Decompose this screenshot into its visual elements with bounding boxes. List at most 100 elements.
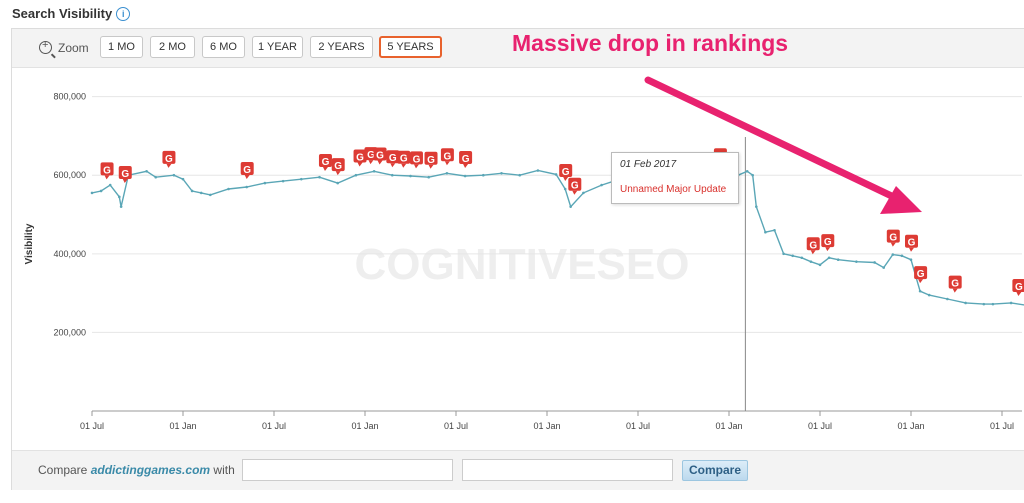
y-axis-label: Visibility — [24, 223, 35, 264]
x-tick-label: 01 Jan — [169, 421, 196, 431]
data-point — [918, 289, 922, 293]
x-tick-label: 01 Jan — [533, 421, 560, 431]
marker-letter: G — [334, 161, 342, 172]
x-tick-label: 01 Jul — [80, 421, 104, 431]
data-point — [782, 252, 785, 256]
compare-button[interactable]: Compare — [682, 460, 748, 481]
zoom-6mo-button[interactable]: 6 MO — [202, 36, 245, 58]
tooltip-update-name: Unnamed Major Update — [620, 184, 727, 195]
data-point — [755, 205, 758, 208]
data-point — [909, 258, 913, 262]
marker-letter: G — [1015, 282, 1023, 293]
marker-letter: G — [889, 233, 897, 244]
data-point — [245, 185, 248, 189]
marker-letter: G — [322, 157, 330, 168]
compare-input-2[interactable] — [462, 459, 673, 481]
annotation-text: Massive drop in rankings — [512, 30, 789, 56]
data-point — [882, 266, 885, 269]
data-point — [836, 258, 840, 262]
chart-panel: Zoom 1 MO 2 MO 6 MO 1 YEAR 2 YEARS 5 YEA… — [11, 28, 1024, 490]
data-point — [119, 205, 123, 208]
data-point — [991, 302, 995, 306]
data-point — [354, 173, 358, 177]
data-point — [190, 189, 194, 193]
data-point — [518, 173, 521, 177]
marker-letter: G — [917, 269, 925, 280]
info-icon[interactable]: i — [116, 7, 131, 21]
data-point — [427, 175, 431, 179]
data-point — [336, 181, 340, 185]
zoom-2mo-button[interactable]: 2 MO — [150, 36, 195, 58]
data-point — [90, 191, 94, 195]
data-point — [154, 175, 157, 179]
marker-letter: G — [400, 154, 408, 165]
data-point — [181, 177, 185, 181]
data-point — [751, 173, 754, 177]
data-point — [409, 174, 412, 178]
data-point — [855, 260, 858, 263]
zoom-2years-button[interactable]: 2 YEARS — [310, 36, 373, 58]
data-point — [800, 256, 804, 260]
marker-letter: G — [389, 153, 397, 164]
data-point — [900, 254, 904, 258]
data-point — [199, 191, 203, 195]
marker-letter: G — [103, 165, 111, 176]
data-point — [172, 173, 176, 177]
zoom-1year-button[interactable]: 1 YEAR — [252, 36, 303, 58]
data-point — [1009, 301, 1013, 305]
data-point — [300, 177, 303, 181]
data-point — [391, 173, 394, 177]
data-point — [818, 263, 822, 267]
marker-letter: G — [165, 154, 173, 165]
data-point — [145, 170, 148, 173]
data-point — [791, 254, 794, 258]
data-point — [873, 261, 876, 264]
data-point — [964, 301, 967, 305]
data-point — [982, 302, 986, 306]
x-tick-label: 01 Jan — [897, 421, 924, 431]
data-point — [600, 183, 603, 187]
data-point — [946, 297, 949, 301]
marker-letter: G — [824, 237, 832, 248]
tooltip-date: 01 Feb 2017 — [620, 159, 677, 170]
data-point — [108, 183, 112, 187]
data-point — [569, 205, 572, 208]
data-point — [281, 179, 285, 183]
zoom-1mo-button[interactable]: 1 MO — [100, 36, 143, 58]
visibility-chart[interactable]: COGNITIVESEO 200,000 400,000 600,000 800,000… — [12, 67, 1024, 450]
data-point — [482, 173, 485, 177]
data-point — [99, 189, 103, 193]
data-point — [227, 187, 230, 191]
y-tick-label: 200,000 — [53, 327, 86, 337]
compare-bar: Compare addictinggames.com with Compare — [12, 450, 1024, 490]
data-point — [745, 170, 749, 173]
update-tooltip: 01 Feb 2017 Unnamed Major Update — [611, 152, 739, 204]
y-tick-label: 400,000 — [53, 249, 86, 259]
compare-label: Compare addictinggames.com with — [38, 463, 235, 477]
data-point — [372, 170, 376, 173]
y-tick-label: 800,000 — [53, 92, 86, 102]
marker-letter: G — [562, 167, 570, 178]
x-tick-label: 01 Jul — [444, 421, 468, 431]
data-point — [927, 293, 931, 297]
data-point — [445, 171, 449, 175]
compare-input-1[interactable] — [242, 459, 453, 481]
x-tick-label: 01 Jul — [808, 421, 832, 431]
marker-letter: G — [571, 181, 579, 192]
zoom-in-icon — [39, 39, 52, 54]
data-point — [891, 253, 895, 256]
data-point — [764, 230, 767, 234]
marker-letter: G — [908, 238, 916, 249]
data-point — [209, 193, 212, 197]
marker-letter: G — [951, 279, 959, 290]
zoom-5years-button[interactable]: 5 YEARS — [379, 36, 442, 58]
x-tick-label: 01 Jul — [262, 421, 286, 431]
data-point — [463, 174, 467, 178]
data-point — [773, 228, 776, 232]
watermark: COGNITIVESEO — [355, 240, 690, 289]
marker-letter: G — [243, 165, 251, 176]
marker-letter: G — [121, 169, 129, 180]
data-point — [500, 171, 503, 175]
marker-letter: G — [809, 240, 817, 251]
data-point — [809, 260, 813, 263]
